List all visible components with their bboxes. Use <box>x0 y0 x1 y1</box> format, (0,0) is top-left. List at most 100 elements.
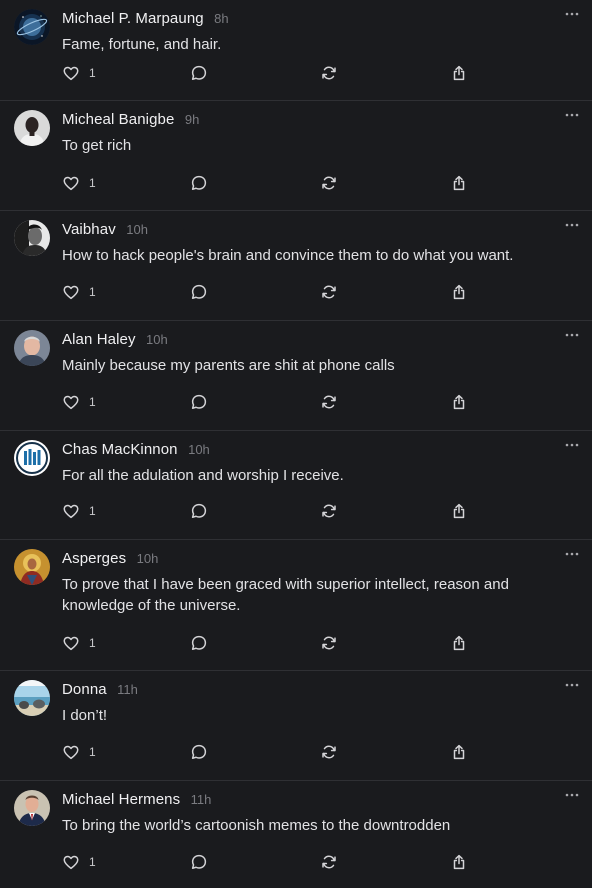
post-text: How to hack people's brain and convince … <box>62 247 514 264</box>
post-text: For all the adulation and worship I rece… <box>62 467 344 484</box>
author-name[interactable]: Alan Haley <box>62 331 136 348</box>
post-timestamp: 11h <box>117 682 138 697</box>
post-actions: 1 <box>62 633 482 653</box>
repost-button[interactable] <box>320 852 338 872</box>
heart-icon <box>62 502 80 520</box>
reply-button[interactable] <box>190 173 208 193</box>
share-icon <box>450 393 468 411</box>
reply-post[interactable]: Chas MacKinnon 10h For all the adulation… <box>0 431 592 540</box>
author-avatar[interactable] <box>14 110 50 146</box>
like-count: 1 <box>89 176 96 190</box>
author-avatar[interactable] <box>14 330 50 366</box>
author-name[interactable]: Michael P. Marpaung <box>62 10 204 27</box>
more-options-icon[interactable] <box>564 548 580 560</box>
like-button[interactable]: 1 <box>62 501 96 521</box>
like-count: 1 <box>89 285 96 299</box>
author-avatar[interactable] <box>14 680 50 716</box>
author-name[interactable]: Vaibhav <box>62 221 116 238</box>
reply-post[interactable]: Vaibhav 10h How to hack people's brain a… <box>0 211 592 321</box>
post-text: Mainly because my parents are shit at ph… <box>62 357 395 374</box>
post-timestamp: 8h <box>214 11 229 26</box>
author-name[interactable]: Chas MacKinnon <box>62 441 178 458</box>
repost-button[interactable] <box>320 501 338 521</box>
reply-button[interactable] <box>190 633 208 653</box>
author-name[interactable]: Asperges <box>62 550 126 567</box>
heart-icon <box>62 393 80 411</box>
share-icon <box>450 743 468 761</box>
author-avatar[interactable] <box>14 549 50 585</box>
share-icon <box>450 853 468 871</box>
more-options-icon[interactable] <box>564 789 580 801</box>
author-avatar[interactable] <box>14 440 50 476</box>
repost-button[interactable] <box>320 282 338 302</box>
heart-icon <box>62 283 80 301</box>
post-timestamp: 10h <box>136 551 159 566</box>
reply-button[interactable] <box>190 852 208 872</box>
more-options-icon[interactable] <box>564 109 580 121</box>
reply-post[interactable]: Michael Hermens 11h To bring the world’s… <box>0 781 592 888</box>
more-options-icon[interactable] <box>564 329 580 341</box>
like-count: 1 <box>89 636 96 650</box>
repost-button[interactable] <box>320 63 338 83</box>
share-button[interactable] <box>450 63 468 83</box>
like-button[interactable]: 1 <box>62 173 96 193</box>
reply-post[interactable]: Alan Haley 10h Mainly because my parents… <box>0 321 592 431</box>
post-timestamp: 10h <box>146 332 168 347</box>
share-button[interactable] <box>450 852 468 872</box>
like-button[interactable]: 1 <box>62 633 96 653</box>
post-text: Fame, fortune, and hair. <box>62 36 222 53</box>
more-options-icon[interactable] <box>564 8 580 20</box>
author-avatar[interactable] <box>14 220 50 256</box>
share-button[interactable] <box>450 633 468 653</box>
repost-button[interactable] <box>320 173 338 193</box>
reply-button[interactable] <box>190 63 208 83</box>
reply-post[interactable]: Michael P. Marpaung 8h Fame, fortune, an… <box>0 0 592 101</box>
author-avatar[interactable] <box>14 9 50 45</box>
more-options-icon[interactable] <box>564 219 580 231</box>
repost-icon <box>320 283 338 301</box>
share-button[interactable] <box>450 501 468 521</box>
share-icon <box>450 174 468 192</box>
like-button[interactable]: 1 <box>62 852 96 872</box>
share-button[interactable] <box>450 392 468 412</box>
repost-button[interactable] <box>320 633 338 653</box>
share-button[interactable] <box>450 173 468 193</box>
share-button[interactable] <box>450 282 468 302</box>
reply-post[interactable]: Donna 11h I don’t! 1 <box>0 671 592 781</box>
share-button[interactable] <box>450 742 468 762</box>
reply-button[interactable] <box>190 392 208 412</box>
comment-icon <box>190 502 208 520</box>
repost-button[interactable] <box>320 742 338 762</box>
author-name[interactable]: Micheal Banigbe <box>62 111 174 128</box>
reply-post[interactable]: Asperges 10h To prove that I have been g… <box>0 540 592 671</box>
heart-icon <box>62 743 80 761</box>
like-button[interactable]: 1 <box>62 282 96 302</box>
like-button[interactable]: 1 <box>62 742 96 762</box>
comment-icon <box>190 64 208 82</box>
post-timestamp: 10h <box>126 222 148 237</box>
reply-button[interactable] <box>190 282 208 302</box>
like-button[interactable]: 1 <box>62 63 96 83</box>
reply-post[interactable]: Micheal Banigbe 9h To get rich 1 <box>0 101 592 211</box>
post-text: I don’t! <box>62 707 108 724</box>
post-text: To get rich <box>62 137 132 154</box>
more-options-icon[interactable] <box>564 439 580 451</box>
reply-button[interactable] <box>190 501 208 521</box>
like-count: 1 <box>89 855 96 869</box>
more-options-icon[interactable] <box>564 679 580 691</box>
post-header: Michael Hermens 11h <box>62 791 211 811</box>
author-name[interactable]: Michael Hermens <box>62 791 180 808</box>
author-name[interactable]: Donna <box>62 681 107 698</box>
comment-icon <box>190 174 208 192</box>
heart-icon <box>62 634 80 652</box>
like-button[interactable]: 1 <box>62 392 96 412</box>
reply-button[interactable] <box>190 742 208 762</box>
comment-icon <box>190 743 208 761</box>
post-header: Donna 11h <box>62 681 138 701</box>
author-avatar[interactable] <box>14 790 50 826</box>
repost-icon <box>320 634 338 652</box>
post-header: Asperges 10h <box>62 550 158 570</box>
repost-button[interactable] <box>320 392 338 412</box>
repost-icon <box>320 174 338 192</box>
repost-icon <box>320 502 338 520</box>
